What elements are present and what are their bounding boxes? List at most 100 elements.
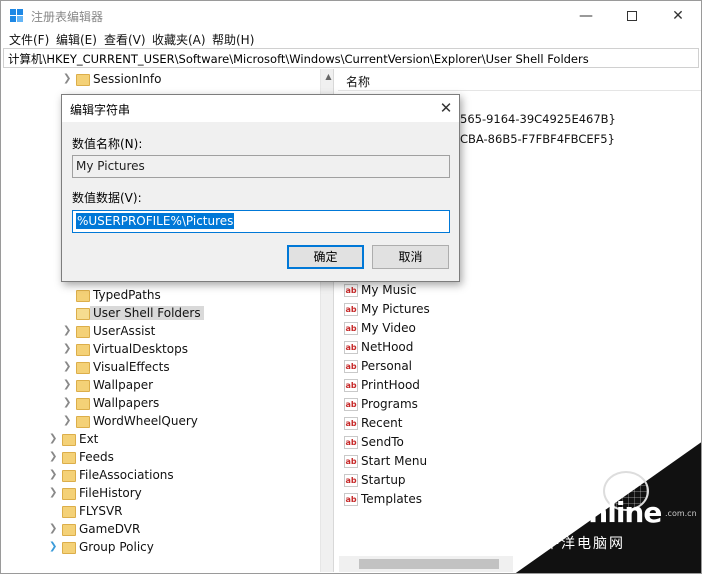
- value-name-field: My Pictures: [72, 155, 450, 178]
- expand-arrow-icon[interactable]: ❯: [63, 325, 73, 336]
- folder-icon: [76, 398, 90, 410]
- string-value-icon: ab: [344, 322, 358, 335]
- tree-item-label: User Shell Folders: [90, 306, 204, 320]
- column-header-name[interactable]: 名称: [338, 69, 701, 91]
- expand-arrow-icon[interactable]: ❯: [63, 379, 73, 390]
- tree-item-label: FileHistory: [79, 486, 142, 500]
- folder-icon: [62, 506, 76, 518]
- string-value-icon: ab: [344, 474, 358, 487]
- menu-favorites[interactable]: 收藏夹(A): [152, 31, 206, 48]
- expand-arrow-icon[interactable]: ❯: [63, 361, 73, 372]
- tree-item-label: Ext: [79, 432, 99, 446]
- folder-icon: [76, 290, 90, 302]
- list-item-label: My Music: [361, 283, 417, 297]
- address-bar[interactable]: 计算机\HKEY_CURRENT_USER\Software\Microsoft…: [3, 48, 699, 68]
- menu-bar: 文件(F) 编辑(E) 查看(V) 收藏夹(A) 帮助(H): [1, 31, 701, 47]
- folder-icon: [62, 524, 76, 536]
- value-data-text: %USERPROFILE%\Pictures: [76, 213, 235, 229]
- expand-arrow-icon[interactable]: ❯: [63, 343, 73, 354]
- menu-help[interactable]: 帮助(H): [212, 31, 254, 48]
- scroll-up-icon[interactable]: ▲: [321, 69, 333, 84]
- list-item-label: NetHood: [361, 340, 414, 354]
- folder-icon: [76, 326, 90, 338]
- minimize-button[interactable]: —: [563, 1, 609, 31]
- tree-item-label: UserAssist: [93, 324, 156, 338]
- pconline-watermark: PConline .com.cn 太平洋电脑网: [513, 441, 701, 573]
- dialog-title: 编辑字符串: [70, 103, 131, 117]
- expand-arrow-icon[interactable]: ❯: [63, 415, 73, 426]
- string-value-icon: ab: [344, 417, 358, 430]
- scrollbar-thumb[interactable]: [359, 559, 499, 569]
- value-data-label: 数值数据(V):: [72, 191, 142, 205]
- tree-item-label: FileAssociations: [79, 468, 174, 482]
- tree-item-label: Group Policy: [79, 540, 154, 554]
- expand-arrow-icon[interactable]: ❯: [49, 523, 59, 534]
- cancel-button[interactable]: 取消: [372, 245, 449, 269]
- folder-icon: [76, 74, 90, 86]
- tree-item-label: Feeds: [79, 450, 114, 464]
- menu-view[interactable]: 查看(V): [104, 31, 146, 48]
- watermark-domain: .com.cn: [665, 509, 697, 518]
- tree-item-label: TypedPaths: [93, 288, 161, 302]
- ok-button[interactable]: 确定: [287, 245, 364, 269]
- expand-arrow-icon[interactable]: ❯: [49, 487, 59, 498]
- list-item-label: SendTo: [361, 435, 404, 449]
- tree-item-label: Wallpaper: [93, 378, 154, 392]
- tree-item-label: Wallpapers: [93, 396, 160, 410]
- expand-arrow-icon[interactable]: ❯: [63, 397, 73, 408]
- registry-editor-window: 注册表编辑器 — ✕ 文件(F) 编辑(E) 查看(V) 收藏夹(A) 帮助(H…: [0, 0, 702, 574]
- list-item-label: Templates: [361, 492, 423, 506]
- tree-item-label: VirtualDesktops: [93, 342, 188, 356]
- expand-arrow-icon[interactable]: ❯: [49, 451, 59, 462]
- folder-icon: [62, 434, 76, 446]
- address-path: 计算机\HKEY_CURRENT_USER\Software\Microsoft…: [8, 52, 589, 66]
- title-bar: 注册表编辑器 — ✕: [1, 1, 701, 31]
- string-value-icon: ab: [344, 303, 358, 316]
- column-header-label: 名称: [346, 75, 371, 89]
- list-item-label: Recent: [361, 416, 403, 430]
- string-value-icon: ab: [344, 398, 358, 411]
- folder-icon: [62, 470, 76, 482]
- value-name-label: 数值名称(N):: [72, 137, 143, 151]
- expand-arrow-icon[interactable]: ❯: [49, 433, 59, 444]
- string-value-icon: ab: [344, 455, 358, 468]
- list-item-label: Programs: [361, 397, 418, 411]
- tree-item-label: WordWheelQuery: [93, 414, 198, 428]
- maximize-button[interactable]: [609, 1, 655, 31]
- string-value-icon: ab: [344, 360, 358, 373]
- watermark-logo: PConline: [531, 496, 662, 529]
- folder-icon: [62, 488, 76, 500]
- tree-item-label: VisualEffects: [93, 360, 170, 374]
- tree-item-label: GameDVR: [79, 522, 141, 536]
- list-item-label: PrintHood: [361, 378, 420, 392]
- expand-arrow-icon[interactable]: ❯: [49, 469, 59, 480]
- partial-value-text: CBA-86B5-F7FBF4FBCEF5}: [460, 132, 615, 146]
- window-title: 注册表编辑器: [31, 10, 104, 24]
- list-horizontal-scrollbar[interactable]: [339, 556, 513, 572]
- value-data-input[interactable]: %USERPROFILE%\Pictures: [72, 210, 450, 233]
- watermark-chinese: 太平洋电脑网: [529, 536, 625, 552]
- folder-icon: [76, 380, 90, 392]
- string-value-icon: ab: [344, 436, 358, 449]
- string-value-icon: ab: [344, 341, 358, 354]
- list-item-label: Startup: [361, 473, 406, 487]
- dialog-close-button[interactable]: ✕: [434, 96, 458, 120]
- list-item-label: Start Menu: [361, 454, 428, 468]
- maximize-icon: [627, 11, 637, 21]
- partial-value-text: 565-9164-39C4925E467B}: [460, 112, 616, 126]
- list-item-label: My Video: [361, 321, 416, 335]
- expand-arrow-icon[interactable]: ❯: [49, 541, 59, 552]
- string-value-icon: ab: [344, 284, 358, 297]
- tree-item-label: FLYSVR: [79, 504, 123, 518]
- folder-icon: [76, 416, 90, 428]
- string-value-icon: ab: [344, 379, 358, 392]
- folder-icon: [62, 542, 76, 554]
- close-button[interactable]: ✕: [655, 1, 701, 31]
- menu-file[interactable]: 文件(F): [9, 31, 49, 48]
- menu-edit[interactable]: 编辑(E): [56, 31, 97, 48]
- expand-arrow-icon[interactable]: ❯: [63, 73, 73, 84]
- list-item-label: Personal: [361, 359, 413, 373]
- registry-editor-icon: [10, 9, 24, 23]
- edit-string-dialog: 编辑字符串 ✕ 数值名称(N): My Pictures 数值数据(V): %U…: [61, 94, 460, 282]
- value-name-text: My Pictures: [76, 159, 145, 173]
